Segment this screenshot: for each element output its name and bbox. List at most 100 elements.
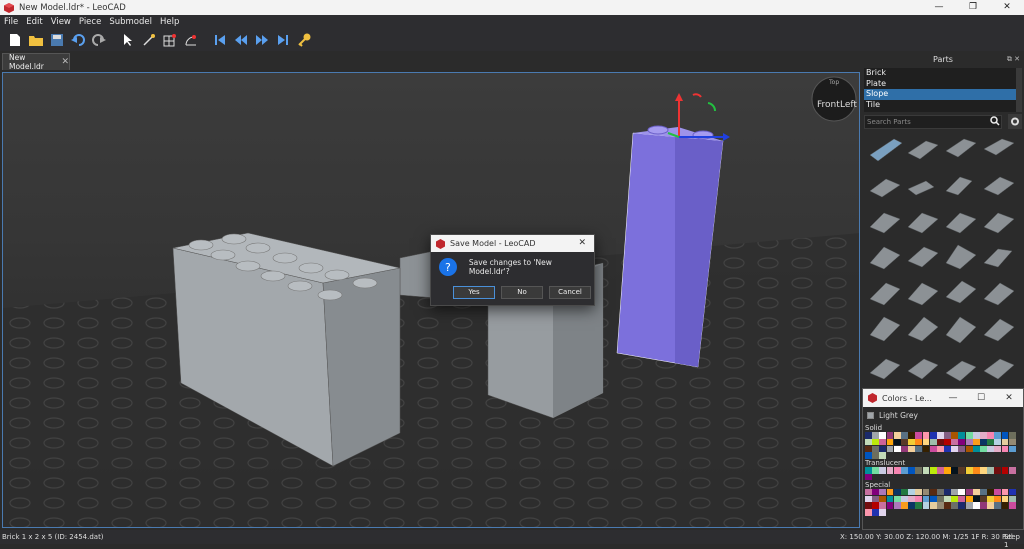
colors-minimize-button[interactable]: — (939, 389, 967, 407)
color-swatch[interactable] (922, 502, 930, 509)
color-swatch[interactable] (872, 495, 880, 503)
color-swatch[interactable] (865, 432, 872, 439)
color-swatch[interactable] (1008, 467, 1016, 474)
color-swatch[interactable] (879, 502, 887, 509)
color-swatch[interactable] (908, 432, 916, 439)
color-swatch[interactable] (944, 502, 951, 509)
color-swatch[interactable] (915, 432, 923, 439)
color-swatch[interactable] (980, 432, 987, 439)
color-swatch[interactable] (936, 467, 944, 474)
category-plate[interactable]: Plate (864, 79, 1016, 90)
color-swatch[interactable] (879, 509, 887, 516)
color-swatch[interactable] (929, 502, 937, 509)
color-swatch[interactable] (872, 467, 880, 474)
color-swatch[interactable] (951, 495, 959, 503)
color-swatch[interactable] (994, 438, 1002, 446)
color-swatch[interactable] (886, 467, 894, 474)
parts-options-button[interactable] (1008, 114, 1022, 129)
color-swatch[interactable] (922, 495, 930, 503)
color-swatch[interactable] (987, 445, 995, 453)
color-swatch[interactable] (915, 445, 923, 453)
color-swatch[interactable] (1008, 445, 1016, 453)
color-swatch[interactable] (987, 488, 995, 496)
color-swatch[interactable] (987, 495, 995, 503)
color-swatch[interactable] (879, 438, 887, 446)
color-swatch[interactable] (886, 488, 894, 496)
color-swatch[interactable] (929, 495, 937, 503)
color-swatch[interactable] (936, 438, 944, 446)
color-swatch[interactable] (908, 438, 916, 446)
color-swatch[interactable] (915, 438, 923, 446)
color-swatch[interactable] (936, 502, 944, 509)
menu-view[interactable]: View (51, 17, 71, 27)
color-swatch[interactable] (865, 502, 872, 509)
snap-grid-icon[interactable] (161, 32, 178, 49)
open-folder-icon[interactable] (27, 32, 44, 49)
category-list[interactable]: Brick Plate Slope Tile (864, 68, 1016, 112)
color-swatch[interactable] (893, 438, 901, 446)
color-swatch[interactable] (1008, 438, 1016, 446)
redo-icon[interactable] (90, 32, 107, 49)
panel-buttons-icon[interactable]: ⧉ ✕ (1007, 51, 1020, 68)
color-swatch[interactable] (951, 432, 959, 439)
color-swatch[interactable] (865, 452, 872, 459)
color-swatch[interactable] (944, 432, 951, 439)
color-swatch[interactable] (972, 432, 980, 439)
color-swatch[interactable] (987, 432, 995, 439)
minimize-button[interactable]: — (922, 0, 956, 15)
color-swatch[interactable] (872, 502, 880, 509)
color-swatch[interactable] (1001, 438, 1009, 446)
dialog-close-icon[interactable]: ✕ (578, 238, 586, 248)
category-brick[interactable]: Brick (864, 68, 1016, 79)
color-swatch[interactable] (972, 495, 980, 503)
color-swatch[interactable] (879, 488, 887, 496)
color-swatch[interactable] (908, 467, 916, 474)
color-swatch[interactable] (886, 502, 894, 509)
color-swatch[interactable] (987, 502, 995, 509)
color-swatch[interactable] (929, 467, 937, 474)
save-icon[interactable] (48, 32, 65, 49)
color-swatch[interactable] (958, 445, 966, 453)
color-swatch[interactable] (872, 509, 880, 516)
color-swatch[interactable] (900, 438, 908, 446)
color-swatch[interactable] (929, 445, 937, 453)
color-swatch[interactable] (980, 467, 987, 474)
color-swatch[interactable] (915, 502, 923, 509)
color-swatch[interactable] (872, 452, 880, 459)
color-swatch[interactable] (908, 445, 916, 453)
color-swatch[interactable] (872, 445, 880, 453)
color-swatch[interactable] (893, 502, 901, 509)
close-window-button[interactable]: ✕ (990, 0, 1024, 15)
color-swatch[interactable] (965, 467, 973, 474)
select-tool-icon[interactable] (119, 32, 136, 49)
color-swatch[interactable] (958, 438, 966, 446)
color-swatch[interactable] (915, 495, 923, 503)
first-step-icon[interactable] (211, 32, 228, 49)
color-swatch[interactable] (900, 488, 908, 496)
color-swatch[interactable] (893, 495, 901, 503)
color-swatch[interactable] (865, 438, 872, 446)
color-swatch[interactable] (944, 488, 951, 496)
color-swatch[interactable] (980, 502, 987, 509)
color-swatch[interactable] (886, 438, 894, 446)
color-swatch[interactable] (915, 467, 923, 474)
color-swatch[interactable] (865, 495, 872, 503)
insert-tool-icon[interactable] (140, 32, 157, 49)
color-swatch[interactable] (872, 438, 880, 446)
color-swatch[interactable] (1008, 432, 1016, 439)
color-swatch[interactable] (879, 452, 887, 459)
next-step-icon[interactable] (253, 32, 270, 49)
color-swatch[interactable] (936, 445, 944, 453)
color-swatch[interactable] (893, 467, 901, 474)
color-swatch[interactable] (879, 495, 887, 503)
color-swatch[interactable] (980, 488, 987, 496)
last-step-icon[interactable] (274, 32, 291, 49)
color-swatch[interactable] (893, 488, 901, 496)
previous-step-icon[interactable] (232, 32, 249, 49)
color-swatch[interactable] (922, 445, 930, 453)
menu-file[interactable]: File (4, 17, 18, 27)
color-swatch[interactable] (1001, 467, 1009, 474)
color-swatch[interactable] (879, 467, 887, 474)
color-swatch[interactable] (922, 488, 930, 496)
color-swatch[interactable] (908, 495, 916, 503)
